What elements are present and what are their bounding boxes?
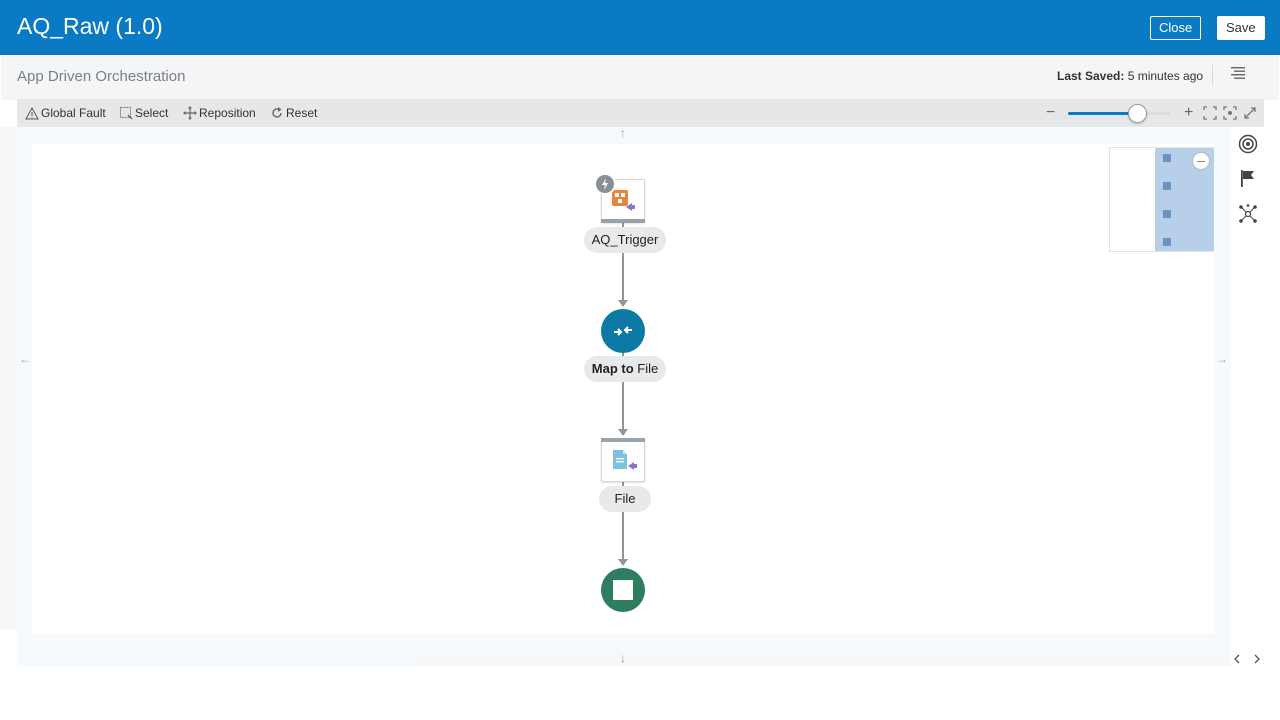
zoom-to-selection-icon[interactable] bbox=[1223, 106, 1237, 120]
zoom-out-button[interactable]: − bbox=[1046, 104, 1056, 122]
flag-icon[interactable] bbox=[1238, 168, 1258, 188]
minimap-node bbox=[1163, 154, 1171, 162]
last-saved-label: Last Saved: bbox=[1057, 69, 1125, 83]
target-icon[interactable] bbox=[1238, 134, 1258, 154]
map-node-label[interactable]: Map to File bbox=[584, 356, 666, 382]
reset-label: Reset bbox=[286, 106, 318, 120]
zoom-slider[interactable] bbox=[1068, 112, 1170, 115]
map-node-label-bold: Map to bbox=[591, 361, 634, 376]
adapter-trigger-icon bbox=[612, 190, 635, 211]
minimap-node bbox=[1163, 210, 1171, 218]
global-fault-label: Global Fault bbox=[41, 106, 106, 120]
stop-icon bbox=[613, 580, 633, 600]
connector-arrowhead bbox=[618, 429, 628, 436]
integration-title: AQ_Raw (1.0) bbox=[17, 13, 163, 39]
trigger-node-label[interactable]: AQ_Trigger bbox=[584, 227, 666, 253]
scroll-left-icon[interactable] bbox=[1232, 652, 1242, 666]
select-label: Select bbox=[135, 106, 169, 120]
scroll-up-hint[interactable]: ↑ bbox=[620, 126, 626, 140]
select-icon bbox=[120, 107, 133, 120]
move-icon bbox=[183, 106, 197, 120]
close-button[interactable]: Close bbox=[1150, 16, 1202, 40]
select-button[interactable]: Select bbox=[119, 106, 168, 120]
scroll-right-hint[interactable]: → bbox=[1216, 352, 1228, 366]
last-saved-value: 5 minutes ago bbox=[1124, 69, 1204, 83]
reposition-button[interactable]: Reposition bbox=[183, 106, 256, 120]
minimap-collapse-button[interactable] bbox=[1192, 152, 1210, 170]
lightning-icon bbox=[602, 178, 608, 190]
reset-icon bbox=[272, 107, 282, 118]
zoom-in-button[interactable]: + bbox=[1184, 104, 1196, 122]
minimap-node bbox=[1163, 182, 1171, 190]
map-node[interactable] bbox=[601, 309, 645, 353]
node-bottom-bar bbox=[601, 219, 645, 223]
map-node-label-rest: File bbox=[633, 361, 659, 376]
end-node[interactable] bbox=[601, 568, 645, 612]
integration-style-title: App Driven Orchestration bbox=[17, 68, 186, 85]
global-fault-button[interactable]: Global Fault bbox=[25, 106, 106, 120]
last-saved-status: Last Saved: 5 minutes ago bbox=[1057, 69, 1203, 83]
reposition-label: Reposition bbox=[199, 106, 256, 120]
canvas-left-gutter bbox=[0, 127, 17, 630]
horizontal-scrollbar[interactable] bbox=[416, 650, 1264, 667]
minimap-node bbox=[1163, 238, 1171, 246]
hamburger-menu-icon[interactable] bbox=[1231, 67, 1245, 79]
connector-arrowhead bbox=[618, 300, 628, 307]
expand-icon[interactable] bbox=[1243, 106, 1257, 120]
subheader: App Driven Orchestration Last Saved: 5 m… bbox=[1, 55, 1279, 100]
file-node-label[interactable]: File bbox=[599, 486, 651, 512]
file-node[interactable] bbox=[601, 438, 645, 482]
scroll-down-hint[interactable]: ↓ bbox=[620, 651, 626, 665]
map-icon bbox=[614, 326, 632, 336]
scroll-left-hint[interactable]: ← bbox=[19, 352, 31, 366]
minimap[interactable] bbox=[1109, 147, 1214, 252]
divider bbox=[1212, 65, 1213, 85]
app-header: AQ_Raw (1.0) Close Save bbox=[0, 0, 1280, 55]
reset-button[interactable]: Reset bbox=[270, 106, 317, 120]
network-icon[interactable] bbox=[1238, 204, 1258, 224]
zoom-slider-handle[interactable] bbox=[1128, 104, 1147, 123]
trigger-badge bbox=[594, 173, 616, 195]
fit-to-screen-icon[interactable] bbox=[1203, 106, 1217, 120]
file-adapter-icon bbox=[613, 450, 637, 470]
connector-arrowhead bbox=[618, 559, 628, 566]
node-top-bar bbox=[601, 438, 645, 442]
warning-icon bbox=[25, 106, 39, 119]
save-button[interactable]: Save bbox=[1217, 16, 1265, 40]
scroll-right-icon[interactable] bbox=[1252, 652, 1262, 666]
